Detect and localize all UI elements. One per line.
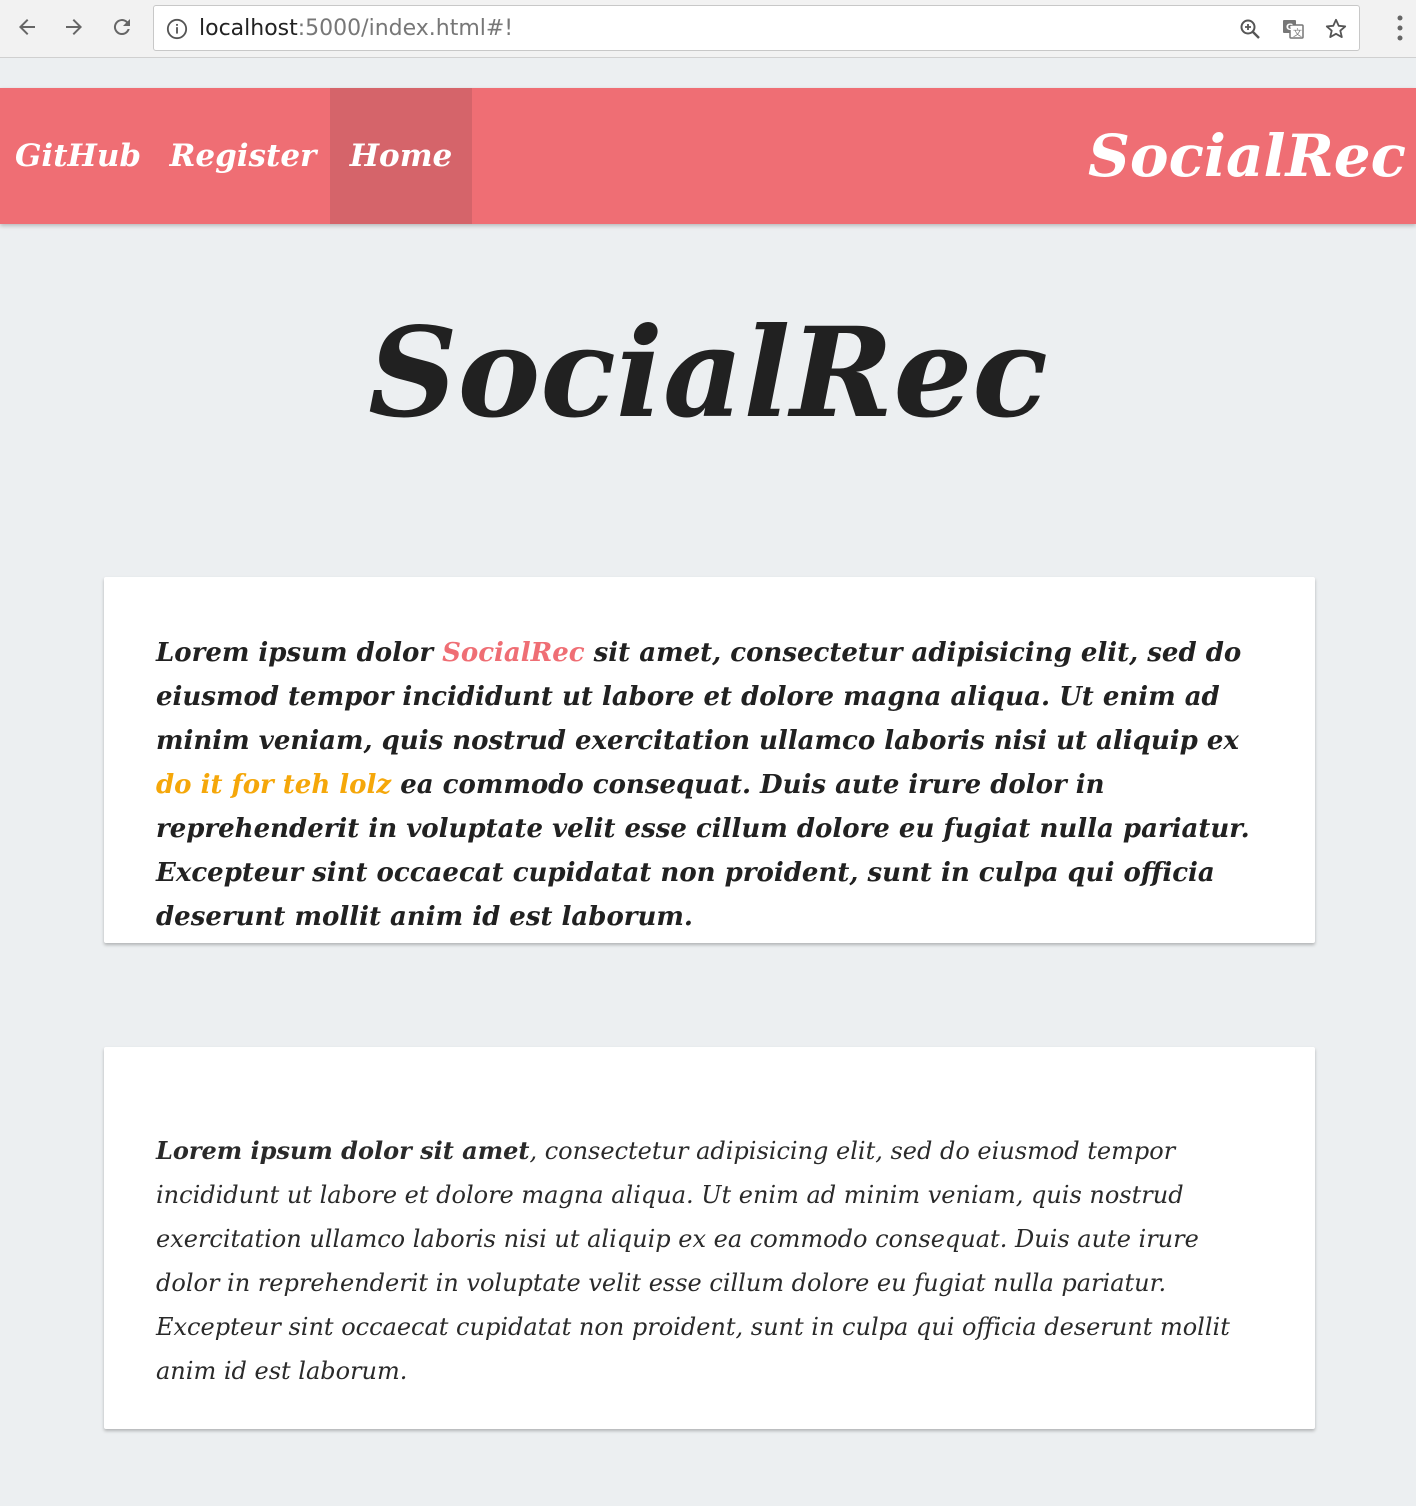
reload-icon[interactable] xyxy=(105,10,139,44)
card-2-text: Lorem ipsum dolor sit amet, consectetur … xyxy=(156,1129,1266,1393)
brand-logo[interactable]: SocialRec xyxy=(1088,88,1406,224)
info-icon[interactable] xyxy=(166,18,188,40)
page-title: SocialRec xyxy=(368,301,1048,446)
svg-text:文: 文 xyxy=(1293,27,1302,39)
zoom-icon[interactable] xyxy=(1238,17,1262,41)
back-arrow-icon[interactable] xyxy=(10,10,44,44)
url-host: localhost xyxy=(199,16,298,41)
url-text: localhost:5000/index.html#! xyxy=(199,16,513,41)
highlight-lolz: do it for teh lolz xyxy=(156,770,392,800)
address-bar[interactable]: localhost:5000/index.html#! G 文 xyxy=(153,5,1360,51)
content-card-2: Lorem ipsum dolor sit amet, consectetur … xyxy=(104,1047,1315,1429)
site-navbar: GitHub Register Home SocialRec xyxy=(0,88,1416,224)
menu-icon[interactable] xyxy=(1396,14,1404,42)
browser-toolbar: localhost:5000/index.html#! G 文 xyxy=(0,0,1416,58)
nav-item-register[interactable]: Register xyxy=(156,88,330,224)
nav-item-github[interactable]: GitHub xyxy=(0,88,156,224)
content-card-1: Lorem ipsum dolor SocialRec sit amet, co… xyxy=(104,577,1315,943)
card-2-body-text: , consectetur adipisicing elit, sed do e… xyxy=(156,1137,1230,1385)
url-path: :5000/index.html#! xyxy=(297,16,514,41)
card-1-text-part1: Lorem ipsum dolor xyxy=(156,638,443,668)
highlight-socialrec: SocialRec xyxy=(442,638,585,668)
card-2-strong-text: Lorem ipsum dolor sit amet xyxy=(156,1136,530,1165)
star-icon[interactable] xyxy=(1324,17,1348,41)
translate-icon[interactable]: G 文 xyxy=(1281,17,1305,41)
card-1-text: Lorem ipsum dolor SocialRec sit amet, co… xyxy=(156,631,1266,939)
forward-arrow-icon[interactable] xyxy=(57,10,91,44)
nav-item-home[interactable]: Home xyxy=(330,88,472,224)
